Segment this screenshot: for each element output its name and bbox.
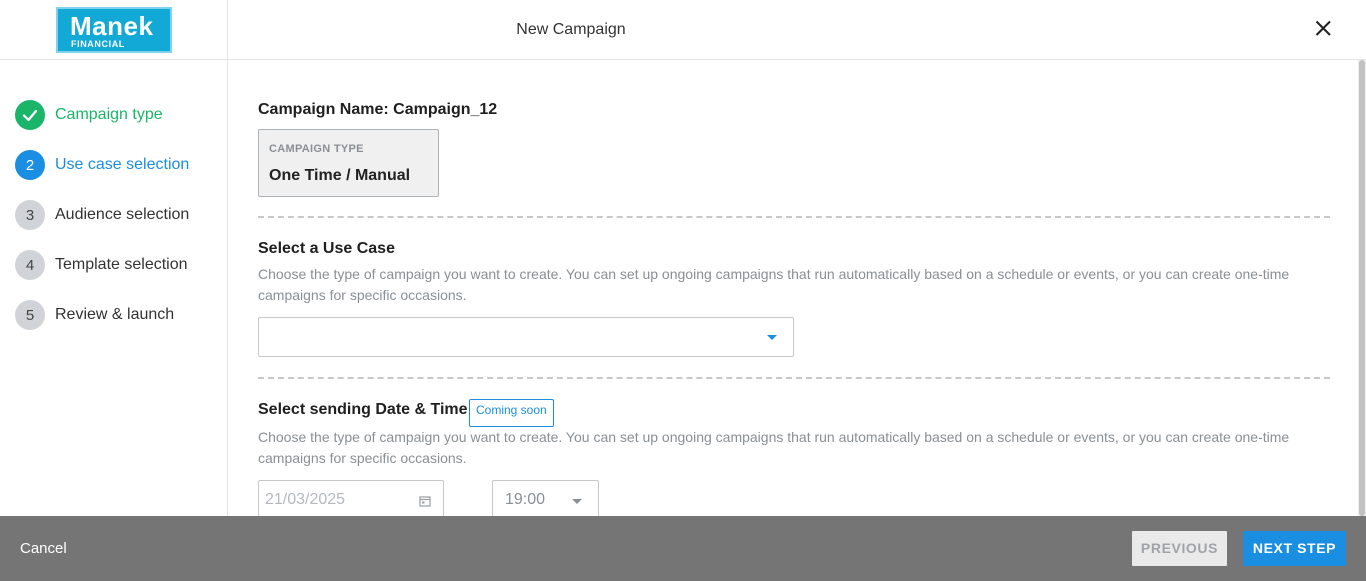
step-number: 4 — [15, 250, 45, 280]
step-audience-selection[interactable]: 3 Audience selection — [15, 200, 189, 230]
step-label: Template selection — [55, 256, 188, 273]
date-field[interactable]: 21/03/2025 — [258, 480, 444, 516]
step-number: 3 — [15, 200, 45, 230]
scrollbar-thumb[interactable] — [1359, 60, 1365, 516]
section-divider — [258, 377, 1330, 379]
previous-button[interactable]: PREVIOUS — [1132, 531, 1227, 566]
step-use-case-selection[interactable]: 2 Use case selection — [15, 150, 189, 180]
campaign-name: Campaign Name: Campaign_12 — [258, 101, 498, 118]
time-select[interactable]: 19:00 — [492, 480, 599, 516]
close-icon — [1315, 20, 1331, 36]
step-done-circle — [15, 100, 45, 130]
vertical-scrollbar[interactable] — [1358, 60, 1366, 516]
step-number: 5 — [15, 300, 45, 330]
close-button[interactable] — [1308, 14, 1338, 44]
chevron-down-icon — [572, 499, 582, 504]
page-title: New Campaign — [516, 21, 626, 38]
campaign-type-value: One Time / Manual — [269, 167, 411, 184]
step-number: 2 — [15, 150, 45, 180]
step-review-launch[interactable]: 5 Review & launch — [15, 300, 174, 330]
coming-soon-badge: Coming soon — [469, 399, 554, 427]
step-label: Review & launch — [55, 306, 175, 323]
campaign-type-caption: CAMPAIGN TYPE — [269, 143, 364, 155]
calendar-icon — [419, 496, 431, 507]
time-value: 19:00 — [505, 491, 546, 508]
use-case-select[interactable] — [258, 317, 794, 357]
footer-bar: Cancel PREVIOUS NEXT STEP — [0, 516, 1366, 581]
step-label: Campaign type — [55, 106, 163, 123]
page-title-container: New Campaign — [228, 0, 1366, 60]
next-step-button[interactable]: NEXT STEP — [1243, 531, 1346, 566]
schedule-description: Choose the type of campaign you want to … — [258, 429, 1290, 466]
main-content: Campaign Name: Campaign_12 CAMPAIGN TYPE… — [229, 60, 1357, 516]
checkmark-icon — [22, 109, 38, 122]
logo-wordmark: Manek — [70, 11, 154, 41]
brand-logo: Manek FINANCIAL — [56, 7, 172, 53]
cancel-button[interactable]: Cancel — [20, 540, 67, 557]
step-campaign-type[interactable]: Campaign type — [15, 100, 163, 130]
step-template-selection[interactable]: 4 Template selection — [15, 250, 188, 280]
campaign-type-card: CAMPAIGN TYPE One Time / Manual — [258, 129, 439, 197]
chevron-down-icon — [767, 335, 777, 340]
use-case-description: Choose the type of campaign you want to … — [258, 266, 1290, 303]
section-divider — [258, 216, 1330, 218]
step-label: Audience selection — [55, 206, 190, 223]
date-value: 21/03/2025 — [265, 491, 346, 508]
use-case-title: Select a Use Case — [258, 240, 395, 257]
header-bar: Manek FINANCIAL New Campaign — [0, 0, 1366, 60]
schedule-title: Select sending Date & Time — [258, 401, 468, 418]
step-label: Use case selection — [55, 156, 190, 173]
logo-cell: Manek FINANCIAL — [0, 0, 228, 60]
logo-subtitle: FINANCIAL — [71, 39, 125, 49]
stepper-sidebar: Campaign type 2 Use case selection 3 Aud… — [0, 60, 228, 516]
